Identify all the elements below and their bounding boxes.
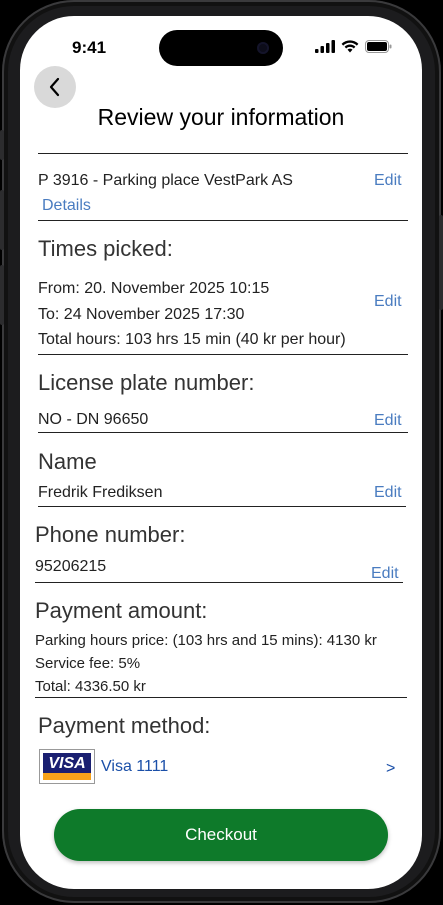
payment-hours-price: Parking hours price: (103 hrs and 15 min… — [35, 632, 377, 649]
divider — [38, 354, 408, 355]
parking-edit-link[interactable]: Edit — [374, 172, 402, 190]
checkout-button[interactable]: Checkout — [54, 809, 388, 861]
payment-method-heading: Payment method: — [38, 713, 211, 738]
divider — [35, 697, 407, 698]
divider — [35, 582, 403, 583]
divider — [38, 153, 408, 154]
payment-card-label[interactable]: Visa 1111 — [101, 758, 168, 776]
times-edit-link[interactable]: Edit — [374, 293, 402, 311]
battery-icon — [365, 40, 392, 53]
screen: 9:41 Review your information P 3916 - Pa… — [20, 16, 422, 889]
divider — [38, 220, 408, 221]
side-button-volume-up — [0, 190, 4, 250]
phone-heading: Phone number: — [35, 522, 186, 547]
times-from: From: 20. November 2025 10:15 — [38, 280, 270, 297]
payment-total: Total: 4336.50 kr — [35, 678, 146, 695]
signal-icon — [315, 40, 335, 53]
visa-stripe — [43, 773, 91, 780]
times-total: Total hours: 103 hrs 15 min (40 kr per h… — [38, 331, 346, 348]
visa-card-icon: VISA — [39, 749, 95, 784]
back-button[interactable] — [34, 66, 76, 108]
divider — [38, 432, 408, 433]
name-value: Fredrik Frediksen — [38, 484, 163, 501]
parking-details-link[interactable]: Details — [42, 197, 91, 215]
name-heading: Name — [38, 449, 97, 474]
divider — [38, 506, 406, 507]
payment-method-chevron[interactable]: > — [386, 760, 395, 778]
phone-edit-link[interactable]: Edit — [371, 565, 399, 583]
phone-value: 95206215 — [35, 558, 107, 575]
name-edit-link[interactable]: Edit — [374, 484, 402, 502]
dynamic-island — [159, 30, 283, 66]
wifi-icon — [341, 40, 359, 53]
side-button-volume-down — [0, 265, 4, 325]
chevron-left-icon — [49, 77, 60, 97]
status-icons — [315, 40, 392, 53]
side-button-power — [439, 215, 443, 310]
status-time: 9:41 — [72, 38, 107, 57]
parking-place-text: P 3916 - Parking place VestPark AS — [38, 172, 293, 189]
visa-logo: VISA — [43, 753, 91, 773]
payment-service-fee: Service fee: 5% — [35, 655, 141, 672]
license-value: NO - DN 96650 — [38, 411, 149, 428]
page-title: Review your information — [97, 104, 345, 130]
license-heading: License plate number: — [38, 370, 255, 395]
camera-icon — [257, 42, 269, 54]
payment-amount-heading: Payment amount: — [35, 598, 208, 623]
times-to: To: 24 November 2025 17:30 — [38, 306, 245, 323]
license-edit-link[interactable]: Edit — [374, 412, 402, 430]
side-button-action — [0, 130, 4, 160]
times-heading: Times picked: — [38, 236, 173, 261]
